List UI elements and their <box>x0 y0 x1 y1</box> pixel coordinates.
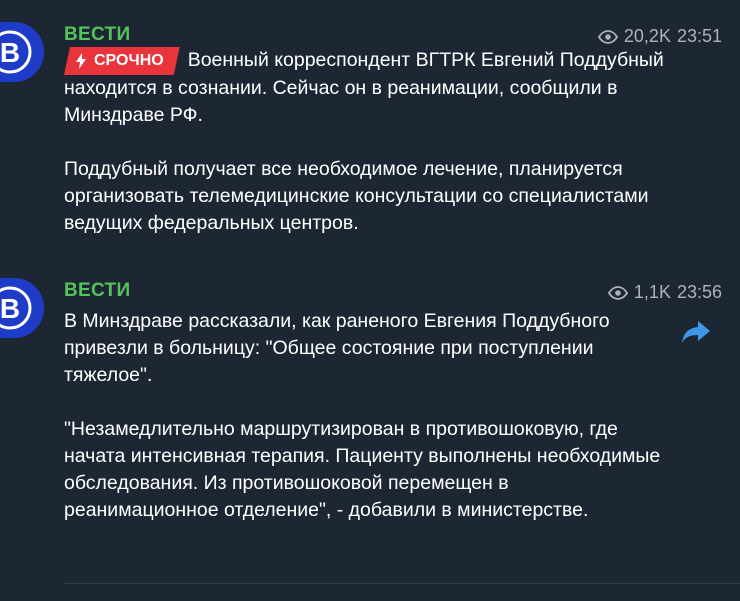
urgent-badge-label: СРОЧНО <box>94 52 164 69</box>
message-time: 23:51 <box>676 26 722 46</box>
message-1: В ВЕСТИ 20,2K 23:51 СРОЧНО Военный корре… <box>0 20 740 260</box>
channel-avatar[interactable]: В <box>0 22 44 82</box>
share-arrow-icon <box>682 321 710 343</box>
message-paragraph: В Минздраве рассказали, как раненого Евг… <box>64 310 610 386</box>
message-text: СРОЧНО Военный корреспондент ВГТРК Евген… <box>64 47 664 237</box>
sender-name[interactable]: ВЕСТИ <box>64 24 130 46</box>
lightning-icon <box>76 53 86 69</box>
message-paragraph: Поддубный получает все необходимое лечен… <box>64 158 649 234</box>
message-meta: 1,1K 23:56 <box>607 282 722 303</box>
svg-text:В: В <box>0 37 20 68</box>
message-text: В Минздраве рассказали, как раненого Евг… <box>64 308 664 524</box>
eye-icon <box>597 29 618 44</box>
eye-icon <box>607 285 628 300</box>
sender-name[interactable]: ВЕСТИ <box>64 280 130 302</box>
message-meta: 20,2K 23:51 <box>597 26 722 47</box>
view-count: 1,1K <box>633 282 671 302</box>
vesti-logo-icon: В <box>0 30 32 74</box>
share-button[interactable] <box>680 316 712 348</box>
urgent-badge: СРОЧНО <box>64 47 180 75</box>
message-2: В ВЕСТИ 1,1K 23:56 В Минздраве рассказал… <box>0 276 740 576</box>
svg-text:В: В <box>0 293 20 324</box>
channel-avatar[interactable]: В <box>0 278 44 338</box>
message-divider <box>64 583 740 584</box>
message-time: 23:56 <box>676 282 722 302</box>
vesti-logo-icon: В <box>0 286 32 330</box>
message-paragraph: "Незамедлительно маршрутизирован в проти… <box>64 418 661 521</box>
view-count: 20,2K <box>623 26 671 46</box>
